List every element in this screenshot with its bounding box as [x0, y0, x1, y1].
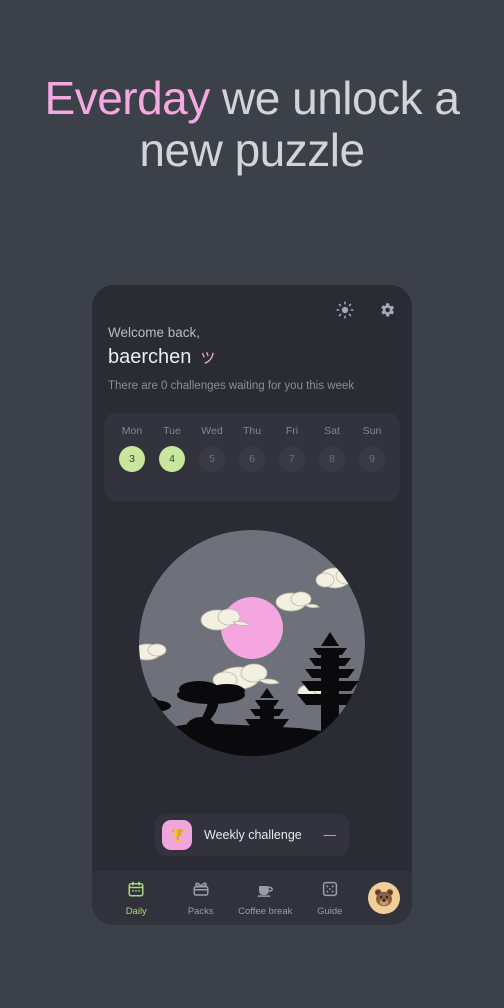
- packs-icon: [192, 880, 210, 903]
- username-row: baerchen ツ: [108, 346, 396, 369]
- day-name-label: Mon: [121, 425, 143, 437]
- nav-label-coffee-break: Coffee break: [238, 905, 293, 917]
- nav-label-packs: Packs: [187, 905, 214, 917]
- challenge-count-text: There are 0 challenges waiting for you t…: [108, 380, 355, 392]
- nav-label-daily: Daily: [125, 905, 147, 917]
- kaomoji-icon: ツ: [200, 350, 216, 367]
- week-day-fri[interactable]: Fri 7: [272, 425, 312, 472]
- trophy-icon: [162, 820, 192, 850]
- nav-item-packs[interactable]: Packs: [169, 880, 234, 917]
- brightness-icon[interactable]: [332, 297, 358, 323]
- dice-icon: [321, 880, 339, 903]
- day-number-circle[interactable]: 9: [359, 446, 385, 472]
- japanese-night-scene-illustration: [139, 530, 365, 756]
- week-day-wed[interactable]: Wed 5: [192, 425, 232, 472]
- day-name-label: Tue: [163, 425, 181, 437]
- day-number-circle[interactable]: 5: [199, 446, 225, 472]
- nav-item-daily[interactable]: Daily: [104, 880, 169, 917]
- weekly-challenge-button[interactable]: Weekly challenge —: [155, 814, 349, 856]
- day-number-circle[interactable]: 3: [119, 446, 145, 472]
- day-number-circle[interactable]: 8: [319, 446, 345, 472]
- day-name-label: Fri: [285, 425, 299, 437]
- week-day-thu[interactable]: Thu 6: [232, 425, 272, 472]
- headline-accent-word: Everday: [44, 72, 211, 124]
- weekly-challenge-value: —: [323, 828, 337, 842]
- coffee-cup-icon: [256, 880, 274, 903]
- card-top-icons: [332, 297, 400, 323]
- page-title: Everday we unlock a new puzzle: [0, 72, 504, 176]
- app-preview-page: Everday we unlock a new puzzle Welcome b…: [0, 0, 504, 1008]
- nav-label-guide: Guide: [317, 905, 343, 917]
- day-name-label: Sat: [324, 425, 340, 437]
- week-day-mon[interactable]: Mon 3: [112, 425, 152, 472]
- day-name-label: Thu: [242, 425, 262, 437]
- week-strip: Mon 3 Tue 4 Wed 5 Thu 6 Fri 7 Sat 8 Sun …: [104, 413, 400, 501]
- settings-icon[interactable]: [374, 297, 400, 323]
- greeting-block: Welcome back, baerchen ツ There are 0 cha…: [108, 325, 396, 392]
- calendar-icon: [127, 880, 145, 903]
- nav-item-guide[interactable]: Guide: [298, 880, 363, 917]
- week-day-tue[interactable]: Tue 4: [152, 425, 192, 472]
- day-number-circle[interactable]: 4: [159, 446, 185, 472]
- welcome-text: Welcome back,: [108, 325, 201, 340]
- day-number-circle[interactable]: 7: [279, 446, 305, 472]
- username: baerchen: [108, 346, 192, 368]
- nav-item-coffee-break[interactable]: Coffee break: [233, 880, 298, 917]
- bottom-nav-bar: Daily Packs Coffee break Guide: [92, 871, 412, 925]
- week-day-names-row: Mon 3 Tue 4 Wed 5 Thu 6 Fri 7 Sat 8 Sun …: [112, 425, 392, 472]
- week-day-sun[interactable]: Sun 9: [352, 425, 392, 472]
- weekly-challenge-label: Weekly challenge: [204, 828, 302, 842]
- week-day-sat[interactable]: Sat 8: [312, 425, 352, 472]
- day-name-label: Wed: [201, 425, 223, 437]
- app-card: Welcome back, baerchen ツ There are 0 cha…: [92, 285, 412, 925]
- day-name-label: Sun: [362, 425, 382, 437]
- bear-avatar[interactable]: [368, 882, 400, 914]
- day-number-circle[interactable]: 6: [239, 446, 265, 472]
